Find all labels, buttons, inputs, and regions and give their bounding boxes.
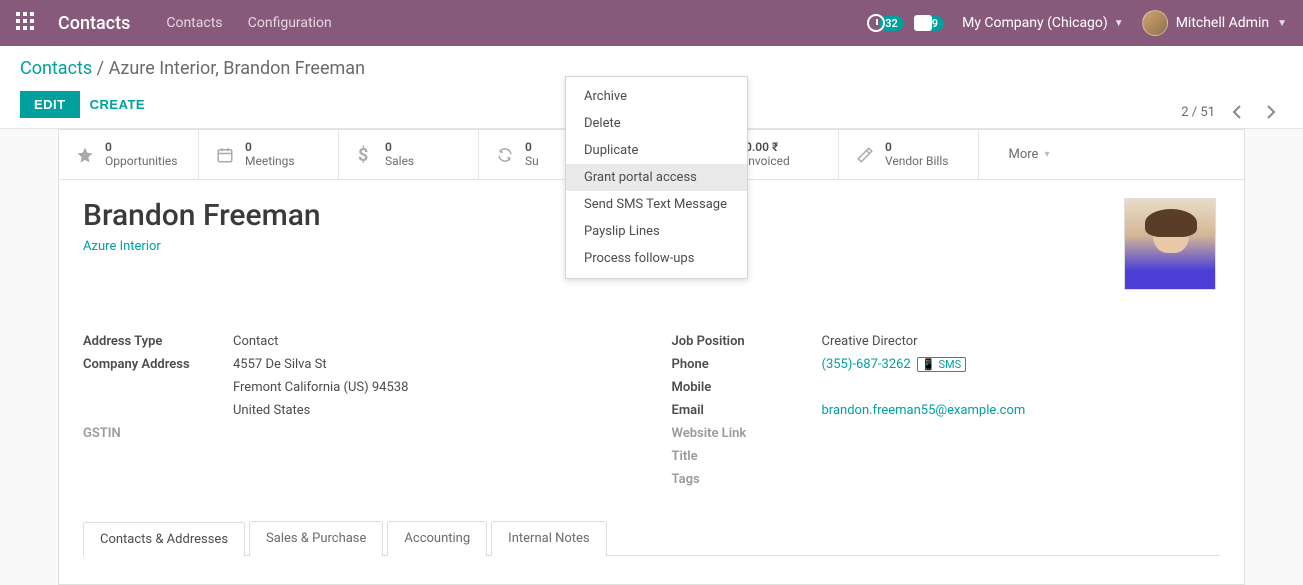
dropdown-duplicate[interactable]: Duplicate [566,137,747,164]
label-phone: Phone [672,357,822,372]
tabs: Contacts & Addresses Sales & Purchase Ac… [83,521,1220,556]
right-column: Job PositionCreative Director Phone(355)… [672,330,1221,491]
dropdown-payslip[interactable]: Payslip Lines [566,218,747,245]
dropdown-send-sms[interactable]: Send SMS Text Message [566,191,747,218]
create-button[interactable]: CREATE [90,97,145,112]
action-dropdown: Archive Delete Duplicate Grant portal ac… [565,76,748,279]
tab-internal-notes[interactable]: Internal Notes [491,521,606,556]
value-street: 4557 De Silva St [233,357,632,372]
stat-more[interactable]: More ▾ [979,130,1079,179]
left-column: Address TypeContact Company Address4557 … [83,330,632,491]
pager-next[interactable] [1259,100,1283,124]
label-company-address: Company Address [83,357,233,372]
stat-sales[interactable]: $ 0Sales [339,130,479,179]
menu-contacts[interactable]: Contacts [166,15,222,31]
stat-vendor-bills[interactable]: 0Vendor Bills [839,130,979,179]
contact-name: Brandon Freeman [83,198,321,233]
pager-text: 2 / 51 [1181,105,1215,120]
stat-meetings[interactable]: 0Meetings [199,130,339,179]
top-menu: Contacts Configuration [166,15,353,31]
apps-icon[interactable] [16,12,38,34]
label-gstin: GSTIN [83,426,233,441]
contact-photo[interactable] [1124,198,1216,290]
tab-contacts-addresses[interactable]: Contacts & Addresses [83,522,245,557]
edit-button[interactable]: EDIT [20,91,80,118]
breadcrumb-current: Azure Interior, Brandon Freeman [109,58,365,79]
avatar-icon [1142,10,1168,36]
value-phone[interactable]: (355)-687-3262 [822,357,911,372]
label-address-type: Address Type [83,334,233,349]
tab-sales-purchase[interactable]: Sales & Purchase [249,521,383,556]
label-mobile: Mobile [672,380,822,395]
menu-configuration[interactable]: Configuration [248,15,332,31]
breadcrumb-root[interactable]: Contacts [20,58,92,79]
activities-badge[interactable]: 32 [867,14,904,32]
stat-opportunities[interactable]: 0Opportunities [59,130,199,179]
value-city: Fremont California (US) 94538 [233,380,632,395]
dropdown-delete[interactable]: Delete [566,110,747,137]
label-tags: Tags [672,472,822,487]
value-job: Creative Director [822,334,1221,349]
app-brand[interactable]: Contacts [58,13,130,34]
value-country: United States [233,403,632,418]
label-website: Website Link [672,426,822,441]
caret-down-icon: ▼ [1277,18,1287,29]
label-job: Job Position [672,334,822,349]
caret-down-icon: ▾ [1044,149,1049,160]
tab-accounting[interactable]: Accounting [387,521,487,556]
label-email: Email [672,403,822,418]
caret-down-icon: ▼ [1114,18,1124,29]
user-menu[interactable]: Mitchell Admin ▼ [1142,10,1287,36]
refresh-icon [495,146,515,164]
user-name: Mitchell Admin [1176,15,1269,31]
company-switcher[interactable]: My Company (Chicago) ▼ [962,15,1124,31]
company-name: My Company (Chicago) [962,15,1108,31]
value-email[interactable]: brandon.freeman55@example.com [822,403,1221,418]
more-label: More [1009,147,1039,162]
label-title: Title [672,449,822,464]
dropdown-followups[interactable]: Process follow-ups [566,245,747,272]
top-navbar: Contacts Contacts Configuration 32 9 My … [0,0,1303,46]
messages-badge[interactable]: 9 [914,15,944,31]
sms-button[interactable]: 📱 SMS [917,357,966,372]
star-icon [75,146,95,164]
pager: 2 / 51 [1181,100,1283,124]
svg-text:$: $ [358,145,368,165]
pencil-icon [855,146,875,164]
dollar-icon: $ [355,145,375,165]
chat-icon [914,15,932,31]
dropdown-archive[interactable]: Archive [566,83,747,110]
company-link[interactable]: Azure Interior [83,239,161,254]
value-address-type: Contact [233,334,632,349]
calendar-icon [215,146,235,164]
pager-prev[interactable] [1225,100,1249,124]
dropdown-grant-portal[interactable]: Grant portal access [566,164,747,191]
